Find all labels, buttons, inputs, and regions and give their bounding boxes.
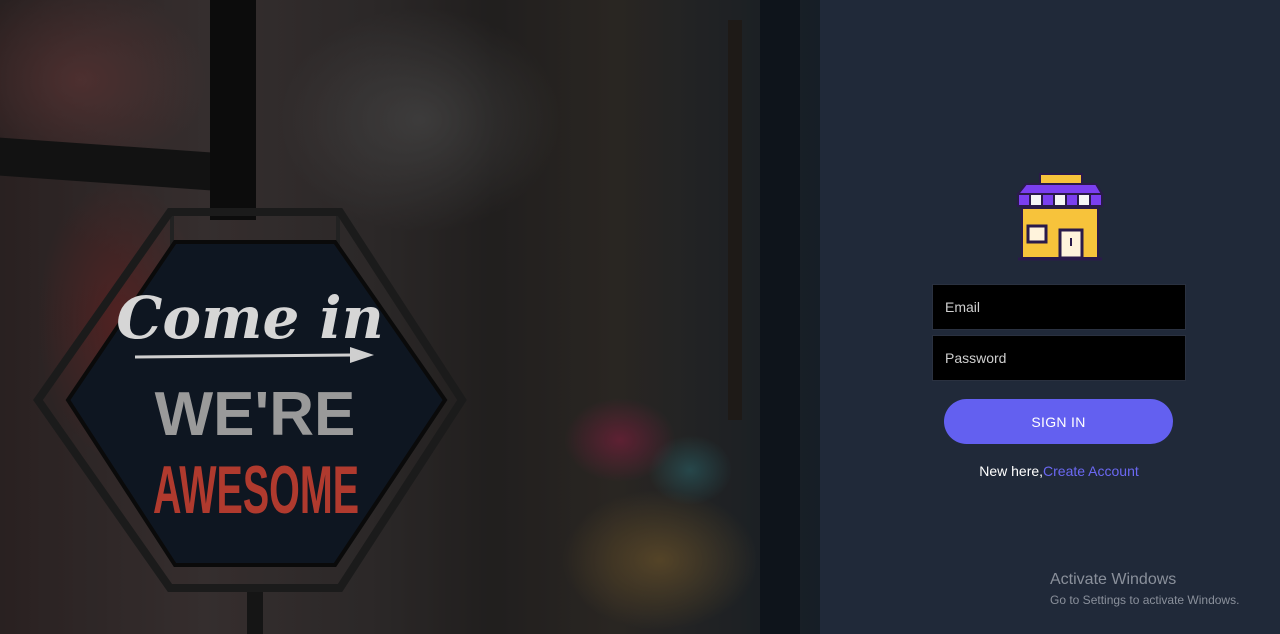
sign-were-text: WE'RE (155, 380, 356, 449)
sign-awesome-text: AWESOME (153, 452, 359, 528)
hero-image: Come in WE'RE AWESOME (0, 0, 820, 634)
watermark-title: Activate Windows (1050, 571, 1177, 588)
login-panel: SIGN IN New here,Create Account Activate… (820, 0, 1280, 634)
sign-come-in-text: Come in (116, 284, 384, 352)
password-input[interactable] (932, 335, 1186, 381)
activate-windows-watermark: Activate Windows Go to Settings to activ… (1050, 570, 1239, 610)
create-account-link[interactable]: Create Account (1043, 463, 1139, 479)
sign-in-button[interactable]: SIGN IN (944, 399, 1173, 444)
watermark-subtitle: Go to Settings to activate Windows. (1050, 593, 1240, 607)
storefront-icon (1016, 173, 1104, 261)
email-input[interactable] (932, 284, 1186, 330)
signup-prompt: New here,Create Account (820, 463, 1280, 479)
come-in-sign: Come in WE'RE AWESOME (33, 208, 467, 634)
new-here-text: New here, (979, 463, 1044, 479)
